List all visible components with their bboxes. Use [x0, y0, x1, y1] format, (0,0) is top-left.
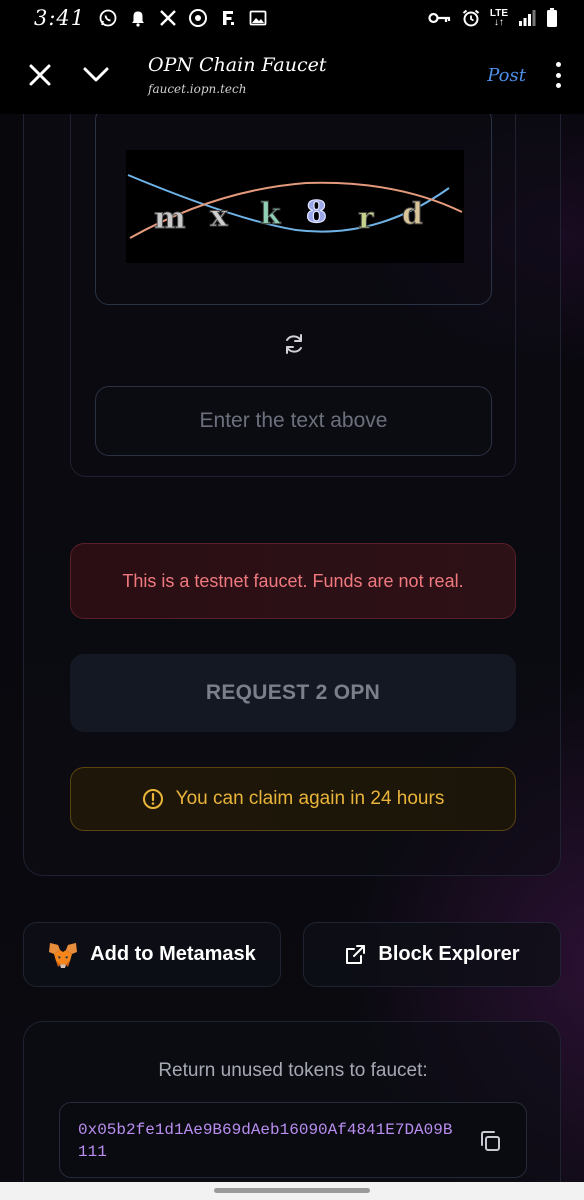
gallery-icon	[249, 9, 267, 27]
copy-icon	[481, 1131, 500, 1151]
home-gesture-handle[interactable]	[214, 1188, 370, 1193]
captcha-char: x	[210, 199, 229, 234]
browser-header: OPN Chain Faucet faucet.iopn.tech Post	[0, 36, 584, 114]
captcha-char: m	[154, 201, 186, 236]
claim-notice-text: You can claim again in 24 hours	[175, 788, 445, 809]
captcha-char: d	[402, 197, 423, 232]
faucet-card: m x k 8 r d Enter the text above This is…	[23, 114, 561, 876]
status-left-icons	[99, 9, 267, 27]
whatsapp-icon	[99, 9, 117, 27]
page-content: m x k 8 r d Enter the text above This is…	[0, 114, 584, 1182]
lte-icon: LTE ↓↑	[489, 8, 508, 28]
close-button[interactable]	[20, 55, 60, 95]
captcha-char: 8	[306, 195, 327, 230]
refresh-captcha-button[interactable]	[281, 331, 307, 357]
page-title: OPN Chain Faucet	[148, 54, 327, 76]
status-bar: 3:41 LTE ↓↑	[0, 0, 584, 36]
collapse-button[interactable]	[76, 55, 116, 95]
block-explorer-button[interactable]: Block Explorer	[303, 922, 561, 987]
system-navigation-bar	[0, 1182, 584, 1200]
page-title-block: OPN Chain Faucet faucet.iopn.tech	[148, 54, 326, 96]
captcha-char: k	[260, 197, 282, 232]
metamask-fox-icon	[49, 942, 78, 968]
chevron-down-icon	[83, 67, 109, 82]
battery-icon	[546, 8, 558, 27]
faucet-address-box: 0x05b2fe1d1Ae9B69dAeb16090Af4841E7DA09B1…	[59, 1102, 527, 1178]
signal-icon	[518, 9, 536, 27]
post-link[interactable]: Post	[487, 65, 526, 86]
key-icon	[428, 9, 452, 27]
captcha-input[interactable]	[95, 386, 492, 456]
notification-bell-icon	[129, 9, 147, 27]
captcha-image: m x k 8 r d	[126, 150, 464, 263]
captcha-char: r	[358, 201, 375, 236]
copy-address-button[interactable]	[478, 1129, 502, 1153]
refresh-icon	[286, 334, 302, 354]
block-explorer-label: Block Explorer	[378, 943, 520, 965]
return-tokens-label: Return unused tokens to faucet:	[158, 1060, 428, 1081]
captcha-card: m x k 8 r d	[70, 114, 516, 477]
more-options-icon[interactable]	[552, 62, 564, 88]
external-link-icon	[346, 944, 366, 964]
testnet-warning: This is a testnet faucet. Funds are not …	[70, 543, 516, 619]
alarm-icon	[462, 9, 480, 27]
f-app-icon	[219, 9, 237, 27]
status-right-icons: LTE ↓↑	[428, 8, 558, 28]
status-time: 3:41	[34, 6, 86, 30]
faucet-address[interactable]: 0x05b2fe1d1Ae9B69dAeb16090Af4841E7DA09B1…	[78, 1119, 458, 1163]
captcha-frame: m x k 8 r d	[95, 114, 492, 305]
request-opn-button[interactable]: REQUEST 2 OPN	[70, 654, 516, 732]
close-icon	[29, 64, 51, 86]
x-app-icon	[159, 9, 177, 27]
alert-circle-icon	[142, 789, 163, 809]
add-to-metamask-label: Add to Metamask	[90, 943, 256, 965]
testnet-warning-text: This is a testnet faucet. Funds are not …	[122, 570, 464, 591]
chrome-icon	[189, 9, 208, 27]
page-url: faucet.iopn.tech	[148, 82, 247, 96]
return-tokens-card: Return unused tokens to faucet: 0x05b2fe…	[23, 1021, 561, 1182]
add-to-metamask-button[interactable]: Add to Metamask	[23, 922, 281, 987]
claim-notice: You can claim again in 24 hours	[70, 767, 516, 831]
